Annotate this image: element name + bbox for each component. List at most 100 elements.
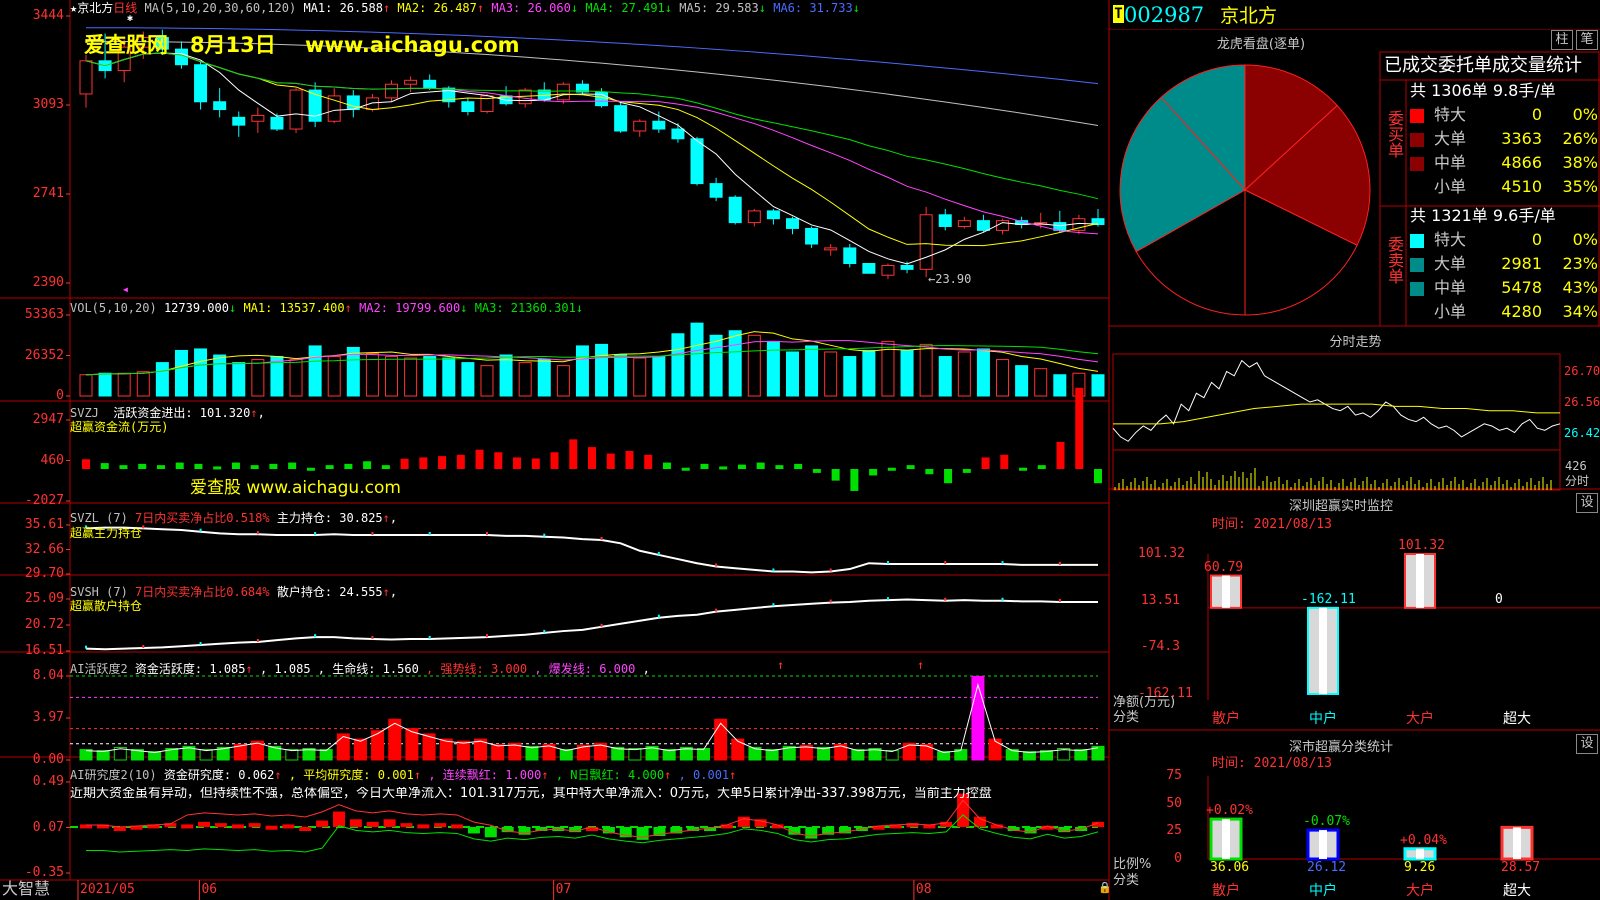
sell-value-0: 0: [1531, 230, 1542, 249]
szc-axis-label-3: 0: [1174, 851, 1182, 866]
svzl-line-tick: [428, 532, 431, 536]
svzj-bar: [269, 463, 278, 469]
sell-name-1: 大单: [1434, 254, 1467, 273]
ai-active-bar: [199, 749, 213, 761]
szc-cat-label-0: 散户: [1212, 883, 1240, 899]
tick-mode-button[interactable]: 笔: [1576, 30, 1598, 50]
szm-value-label-1: -162.11: [1301, 591, 1356, 607]
buy-pct-0: 0%: [1572, 105, 1598, 124]
szc-cat-label-2: 大户: [1406, 883, 1434, 899]
candle-body: [385, 83, 399, 99]
szc-axis-label-0: 75: [1166, 768, 1182, 783]
sell-swatch-3: [1410, 306, 1424, 320]
ai-research-bar: [333, 811, 345, 827]
price-axis-label-0: 3444: [32, 8, 64, 23]
buy-row-1: 大单 3363 26%: [1410, 127, 1600, 151]
sz-class-title: 深市超赢分类统计: [1288, 740, 1393, 755]
svsh-line-tick: [657, 614, 660, 618]
svzj-bar: [381, 465, 390, 469]
buy-row-0: 特大 0 0%: [1410, 103, 1600, 127]
volume-bar: [480, 365, 494, 397]
ai-active-item-2: , 生命线: 1.560: [317, 662, 419, 676]
lock-icon[interactable]: 🔒: [1098, 881, 1112, 895]
volume-bar: [938, 356, 952, 397]
ai-research-arrow-2: ↑: [541, 768, 549, 782]
stock-title-bar: T 002987 京北方: [1111, 0, 1600, 29]
szc-cat-label-3: 超大: [1503, 883, 1531, 899]
intraday-frame: [1112, 353, 1561, 451]
ai-active-up-marker-0: ↑: [777, 658, 785, 672]
svzj-bar: [962, 469, 971, 473]
svzj-bar: [681, 467, 690, 471]
footer-brand: 大智慧: [2, 879, 51, 898]
volume-bar: [652, 356, 666, 397]
volume-bar: [404, 357, 418, 397]
svsh-line-tick: [829, 599, 832, 603]
svzj-axis-label-2: -2027: [24, 493, 64, 508]
vol-axis-label-2: 0: [56, 388, 64, 403]
volume-bar: [232, 362, 246, 397]
ma-line-4: [85, 52, 1099, 200]
svzj-bar: [944, 469, 953, 484]
volume-bar: [728, 330, 742, 397]
bar-mode-button[interactable]: 柱: [1551, 30, 1573, 50]
ai-research-bar: [400, 823, 413, 828]
buy-value-3: 4510: [1501, 177, 1542, 196]
vol-arrow-2: ↓: [460, 301, 468, 315]
candle-body: [423, 79, 437, 89]
buy-value-0: 0: [1531, 105, 1542, 124]
szm-axis-label-2: -74.3: [1140, 639, 1180, 655]
svzj-bar: [700, 463, 709, 469]
candle-body: [976, 220, 990, 231]
svzj-bar: [662, 462, 671, 469]
ai-research-bar: [417, 824, 430, 829]
sz-class-x-unit: 分类: [1113, 873, 1140, 888]
svzl-prefix: SVZL (7): [70, 511, 128, 525]
ma-arrow-1: ↑: [476, 1, 485, 15]
volume-bar: [747, 334, 761, 397]
szc-bar-highlight-3: [1513, 827, 1521, 859]
svzl-line-tick: [1058, 561, 1061, 565]
sell-swatch-1: [1410, 258, 1424, 272]
candle-body: [365, 97, 379, 111]
candle-body: [690, 138, 704, 185]
svzj-prefix: SVZJ: [70, 406, 99, 420]
volume-bar: [785, 351, 799, 397]
svzj-bar: [400, 458, 409, 469]
ai-research-item-4: , 0.001: [678, 768, 730, 782]
svsh-line-tick: [886, 597, 889, 601]
cross-marker-icon: ✱: [127, 13, 134, 24]
sz-class-settings-button[interactable]: 设: [1576, 734, 1598, 754]
t-badge[interactable]: T: [1113, 5, 1124, 23]
ma-item-5: MA6: 31.733: [773, 1, 853, 15]
ai-active-line: [85, 682, 1099, 753]
sell-name-2: 中单: [1434, 278, 1467, 297]
svsh-line: [85, 598, 1098, 651]
volume-bar: [537, 359, 551, 397]
szc-delta-label-1: -0.07%: [1303, 814, 1350, 830]
ai-active-bar: [988, 738, 1002, 761]
svzj-bar: [644, 454, 653, 469]
volume-bar: [213, 354, 227, 397]
period-label[interactable]: 日线: [113, 1, 137, 15]
svzj-bar: [719, 466, 728, 470]
watermark-mid-url: www.aichagu.com: [246, 478, 401, 498]
buy-swatch-3: [1410, 181, 1424, 195]
watermark-top: 爱查股网 8月13日 www.aichagu.com: [84, 32, 520, 58]
vol-item-1: MA1: 13537.400: [243, 301, 345, 315]
ai-active-bar: [714, 718, 728, 761]
sz-monitor-settings-button[interactable]: 设: [1576, 493, 1598, 513]
ma-item-0: MA1: 26.588: [303, 1, 383, 15]
chart-canvas: [0, 0, 1600, 900]
svzl-axis-label-0: 35.61: [24, 517, 64, 532]
szm-axis-label-1: 13.51: [1140, 592, 1180, 608]
buy-side-text: 委买单: [1385, 110, 1404, 158]
ai-research-bar: [198, 821, 211, 827]
svzj-bar: [1000, 454, 1009, 469]
candle-body: [79, 60, 93, 95]
szc-bar-highlight-2: [1416, 848, 1424, 859]
svzl-ratio: 7日内买卖净占比0.518%: [135, 511, 270, 525]
ma-legend: ★京北方日线 MA(5,10,20,30,60,120) MA1: 26.588…: [70, 1, 860, 15]
stock-title-name: 京北方: [1220, 5, 1278, 27]
ai-research-bar: [181, 824, 194, 829]
